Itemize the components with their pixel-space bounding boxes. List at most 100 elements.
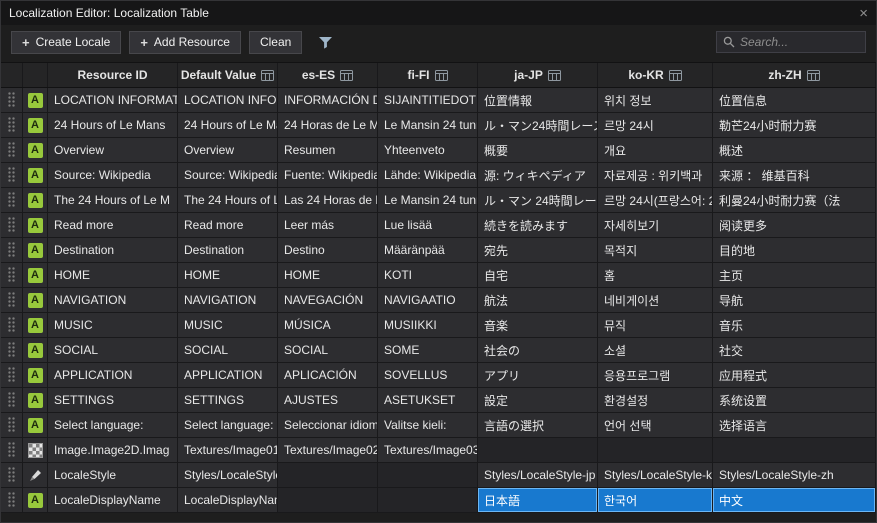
table-cell[interactable]: LocaleDisplayName xyxy=(48,488,178,512)
table-cell[interactable]: Seleccionar idiom xyxy=(278,413,378,437)
table-cell[interactable]: NAVIGATION xyxy=(178,288,278,312)
table-cell[interactable]: 言語の選択 xyxy=(478,413,598,437)
table-cell[interactable]: 위치 정보 xyxy=(598,88,713,112)
table-cell[interactable]: HOME xyxy=(178,263,278,287)
drag-handle[interactable] xyxy=(1,188,23,212)
table-cell[interactable]: 환경설정 xyxy=(598,388,713,412)
drag-handle[interactable] xyxy=(1,88,23,112)
table-cell[interactable]: 概要 xyxy=(478,138,598,162)
table-cell[interactable] xyxy=(713,438,876,462)
table-cell[interactable]: INFORMACIÓN D xyxy=(278,88,378,112)
table-cell[interactable]: Source: Wikipedia xyxy=(178,163,278,187)
table-cell[interactable]: 社会の xyxy=(478,338,598,362)
column-header-zh-zh[interactable]: zh-ZH xyxy=(713,63,876,87)
table-cell[interactable]: MUSIC xyxy=(48,313,178,337)
table-cell[interactable]: 导航 xyxy=(713,288,876,312)
drag-handle[interactable] xyxy=(1,388,23,412)
table-cell[interactable]: 응용프로그램 xyxy=(598,363,713,387)
table-cell[interactable]: 自宅 xyxy=(478,263,598,287)
table-cell[interactable]: 应用程式 xyxy=(713,363,876,387)
table-cell[interactable] xyxy=(478,438,598,462)
table-cell[interactable]: Lähde: Wikipedia xyxy=(378,163,478,187)
table-cell[interactable] xyxy=(378,488,478,512)
table-cell[interactable]: NAVIGATION xyxy=(48,288,178,312)
table-cell[interactable]: APPLICATION xyxy=(48,363,178,387)
table-cell[interactable]: 阅读更多 xyxy=(713,213,876,237)
table-cell[interactable]: Lue lisää xyxy=(378,213,478,237)
table-cell[interactable]: ル・マン24時間レース xyxy=(478,113,598,137)
table-cell[interactable]: Overview xyxy=(48,138,178,162)
close-icon[interactable]: × xyxy=(859,6,868,21)
table-cell[interactable]: Le Mansin 24 tunn xyxy=(378,113,478,137)
table-cell[interactable]: SOCIAL xyxy=(278,338,378,362)
table-cell[interactable]: Overview xyxy=(178,138,278,162)
table-cell[interactable]: 자세히보기 xyxy=(598,213,713,237)
table-cell[interactable]: NAVIGAATIO xyxy=(378,288,478,312)
table-cell[interactable]: ASETUKSET xyxy=(378,388,478,412)
add-resource-button[interactable]: + Add Resource xyxy=(129,30,241,54)
table-cell[interactable]: 24 Hours of Le Mans xyxy=(48,113,178,137)
table-cell[interactable]: 日本語 xyxy=(478,488,598,512)
table-cell[interactable]: Fuente: Wikipedia xyxy=(278,163,378,187)
search-input[interactable] xyxy=(740,35,859,49)
table-cell[interactable]: Destination xyxy=(48,238,178,262)
table-cell[interactable]: Styles/LocaleStyle xyxy=(178,463,278,487)
column-header-fi-fi[interactable]: fi-FI xyxy=(378,63,478,87)
table-cell[interactable]: MUSIC xyxy=(178,313,278,337)
table-cell[interactable]: 勒芒24小时耐力赛 xyxy=(713,113,876,137)
table-cell[interactable]: Source: Wikipedia xyxy=(48,163,178,187)
table-cell[interactable]: 홈 xyxy=(598,263,713,287)
drag-handle[interactable] xyxy=(1,263,23,287)
drag-handle[interactable] xyxy=(1,313,23,337)
drag-handle[interactable] xyxy=(1,438,23,462)
table-cell[interactable]: LOCATION INFOR xyxy=(178,88,278,112)
table-cell[interactable]: 24 Horas de Le Ma xyxy=(278,113,378,137)
table-cell[interactable]: AJUSTES xyxy=(278,388,378,412)
table-cell[interactable]: Destino xyxy=(278,238,378,262)
table-cell[interactable]: Las 24 Horas de L xyxy=(278,188,378,212)
table-cell[interactable]: SETTINGS xyxy=(48,388,178,412)
table-cell[interactable]: Select language: xyxy=(48,413,178,437)
drag-handle[interactable] xyxy=(1,288,23,312)
table-cell[interactable]: Resumen xyxy=(278,138,378,162)
table-cell[interactable] xyxy=(598,438,713,462)
table-cell[interactable]: 中文 xyxy=(713,488,876,512)
table-cell[interactable]: The 24 Hours of Le M xyxy=(48,188,178,212)
table-cell[interactable]: Select language: xyxy=(178,413,278,437)
table-cell[interactable]: 続きを読みます xyxy=(478,213,598,237)
table-cell[interactable]: SOVELLUS xyxy=(378,363,478,387)
drag-handle[interactable] xyxy=(1,463,23,487)
table-cell[interactable]: Textures/Image03 xyxy=(378,438,478,462)
table-cell[interactable]: Textures/Image02 xyxy=(278,438,378,462)
table-cell[interactable]: 네비게이션 xyxy=(598,288,713,312)
table-cell[interactable]: 音楽 xyxy=(478,313,598,337)
table-cell[interactable]: 르망 24시 xyxy=(598,113,713,137)
drag-handle[interactable] xyxy=(1,113,23,137)
table-cell[interactable]: 系统设置 xyxy=(713,388,876,412)
column-header-es-es[interactable]: es-ES xyxy=(278,63,378,87)
table-cell[interactable] xyxy=(278,463,378,487)
drag-handle[interactable] xyxy=(1,163,23,187)
column-header-ko-kr[interactable]: ko-KR xyxy=(598,63,713,87)
table-cell[interactable]: SOCIAL xyxy=(178,338,278,362)
table-cell[interactable]: 源: ウィキペディア xyxy=(478,163,598,187)
table-cell[interactable]: 한국어 xyxy=(598,488,713,512)
table-cell[interactable]: 르망 24시(프랑스어: 2 xyxy=(598,188,713,212)
drag-handle[interactable] xyxy=(1,138,23,162)
table-cell[interactable]: 选择语言 xyxy=(713,413,876,437)
table-cell[interactable]: 航法 xyxy=(478,288,598,312)
table-cell[interactable]: 設定 xyxy=(478,388,598,412)
table-cell[interactable]: APPLICATION xyxy=(178,363,278,387)
clean-button[interactable]: Clean xyxy=(248,30,303,54)
table-cell[interactable]: 目的地 xyxy=(713,238,876,262)
table-cell[interactable]: ル・マン 24時間レース ( xyxy=(478,188,598,212)
table-cell[interactable]: LOCATION INFORMAT xyxy=(48,88,178,112)
table-cell[interactable]: Styles/LocaleStyle-jp xyxy=(478,463,598,487)
table-cell[interactable]: Määränpää xyxy=(378,238,478,262)
table-cell[interactable]: LocaleDisplayNam xyxy=(178,488,278,512)
table-cell[interactable]: 자료제공 : 위키백과 xyxy=(598,163,713,187)
table-cell[interactable]: SETTINGS xyxy=(178,388,278,412)
table-cell[interactable]: NAVEGACIÓN xyxy=(278,288,378,312)
table-cell[interactable]: Read more xyxy=(178,213,278,237)
filter-button[interactable] xyxy=(318,36,333,49)
